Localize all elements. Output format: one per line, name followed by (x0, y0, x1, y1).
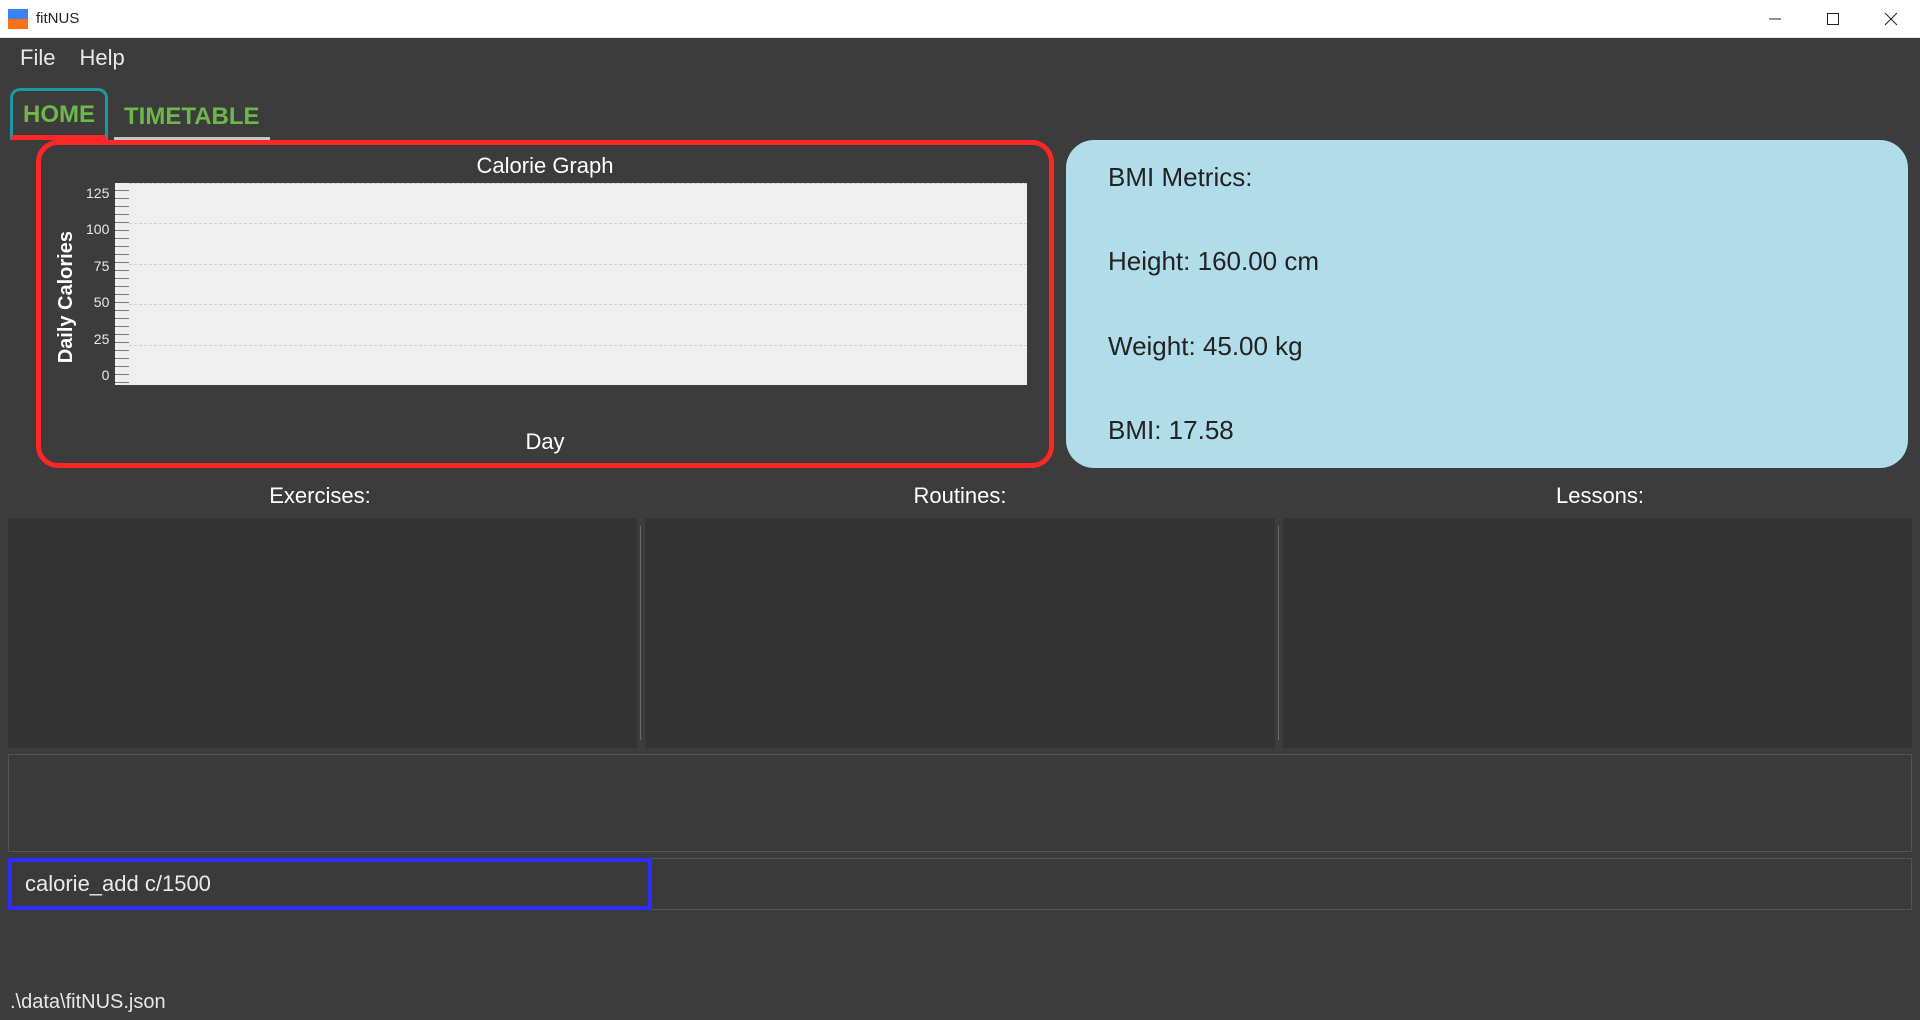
minimize-icon (1768, 12, 1782, 26)
routines-list[interactable] (645, 518, 1274, 748)
tab-home[interactable]: HOME (10, 88, 108, 140)
menubar: File Help (0, 38, 1920, 78)
menu-help[interactable]: Help (79, 45, 124, 71)
app-body: File Help HOME TIMETABLE Calorie Graph D… (0, 38, 1920, 1020)
ytick: 25 (86, 331, 109, 347)
exercises-heading: Exercises: (0, 483, 640, 509)
bmi-height: Height: 160.00 cm (1108, 246, 1866, 277)
minimize-button[interactable] (1746, 0, 1804, 38)
close-icon (1884, 12, 1898, 26)
app-icon (8, 9, 28, 29)
window-titlebar: fitNUS (0, 0, 1920, 38)
chart-title: Calorie Graph (53, 153, 1037, 179)
top-panels: Calorie Graph Daily Calories 125 100 75 … (0, 140, 1920, 468)
window-title: fitNUS (36, 10, 79, 27)
ytick: 0 (86, 367, 109, 383)
list-headers: Exercises: Routines: Lessons: (0, 478, 1920, 514)
chart-plot-area (115, 183, 1027, 385)
close-button[interactable] (1862, 0, 1920, 38)
ytick: 50 (86, 294, 109, 310)
chart-ylabel: Daily Calories (53, 231, 80, 363)
chart-yaxis: 125 100 75 50 25 0 (80, 183, 115, 385)
statusbar-path: .\data\fitNUS.json (0, 987, 1920, 1020)
ytick: 75 (86, 258, 109, 274)
exercises-list[interactable] (8, 518, 637, 748)
bmi-heading: BMI Metrics: (1108, 162, 1866, 193)
output-box (8, 754, 1912, 852)
calorie-graph-panel: Calorie Graph Daily Calories 125 100 75 … (36, 140, 1054, 468)
bmi-weight: Weight: 45.00 kg (1108, 331, 1866, 362)
bmi-panel: BMI Metrics: Height: 160.00 cm Weight: 4… (1066, 140, 1908, 468)
window-controls (1746, 0, 1920, 38)
command-input[interactable] (8, 858, 1912, 910)
lessons-heading: Lessons: (1280, 483, 1920, 509)
tab-timetable[interactable]: TIMETABLE (114, 93, 270, 140)
bmi-value: BMI: 17.58 (1108, 415, 1866, 446)
list-body (0, 514, 1920, 748)
menu-file[interactable]: File (20, 45, 55, 71)
lessons-list[interactable] (1283, 518, 1912, 748)
chart-xlabel: Day (53, 429, 1037, 455)
command-wrap (8, 858, 1912, 910)
tabstrip: HOME TIMETABLE (0, 78, 1920, 140)
ytick: 100 (86, 221, 109, 237)
maximize-button[interactable] (1804, 0, 1862, 38)
chart-frame: Daily Calories 125 100 75 50 25 0 (53, 183, 1037, 411)
maximize-icon (1826, 12, 1840, 26)
ytick: 125 (86, 185, 109, 201)
routines-heading: Routines: (640, 483, 1280, 509)
